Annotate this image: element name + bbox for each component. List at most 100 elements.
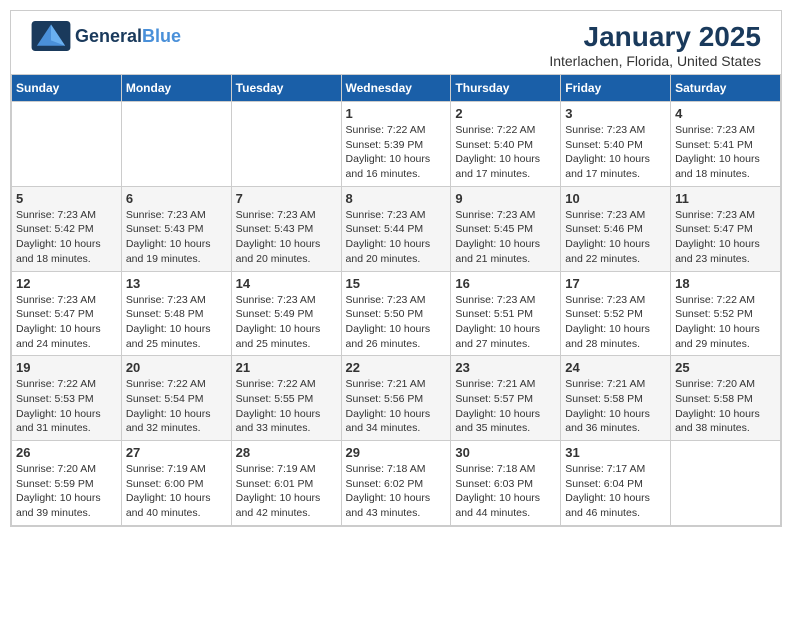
calendar-title: January 2025 (549, 21, 761, 53)
day-number: 1 (346, 106, 447, 121)
day-number: 15 (346, 276, 447, 291)
day-number: 5 (16, 191, 117, 206)
day-number: 7 (236, 191, 337, 206)
day-detail: Sunrise: 7:21 AMSunset: 5:58 PMDaylight:… (565, 377, 666, 436)
day-number: 18 (675, 276, 776, 291)
table-row: 13Sunrise: 7:23 AMSunset: 5:48 PMDayligh… (121, 271, 231, 356)
day-number: 16 (455, 276, 556, 291)
logo-text: GeneralBlue (75, 26, 181, 47)
day-detail: Sunrise: 7:20 AMSunset: 5:58 PMDaylight:… (675, 377, 776, 436)
weekday-header-row: Sunday Monday Tuesday Wednesday Thursday… (12, 75, 781, 102)
header-saturday: Saturday (671, 75, 781, 102)
table-row (231, 102, 341, 187)
table-row: 1Sunrise: 7:22 AMSunset: 5:39 PMDaylight… (341, 102, 451, 187)
table-row: 17 Sunrise: 7:23 AMSunset: 5:52 PMDayligh… (561, 271, 671, 356)
day-number: 12 (16, 276, 117, 291)
day-detail: Sunrise: 7:18 AMSunset: 6:03 PMDaylight:… (455, 462, 556, 521)
calendar-week-row: 12 Sunrise: 7:23 AMSunset: 5:47 PMDayligh… (12, 271, 781, 356)
logo: GeneralBlue (31, 21, 181, 51)
day-detail: Sunrise: 7:22 AMSunset: 5:55 PMDaylight:… (236, 377, 337, 436)
header-tuesday: Tuesday (231, 75, 341, 102)
table-row: 28 Sunrise: 7:19 AMSunset: 6:01 PMDayligh… (231, 441, 341, 526)
day-number: 22 (346, 360, 447, 375)
table-row: 20 Sunrise: 7:22 AMSunset: 5:54 PMDayligh… (121, 356, 231, 441)
table-row: 31Sunrise: 7:17 AMSunset: 6:04 PMDayligh… (561, 441, 671, 526)
day-detail: Sunrise: 7:19 AMSunset: 6:00 PMDaylight:… (126, 462, 227, 521)
day-detail: Sunrise: 7:23 AMSunset: 5:49 PMDaylight:… (236, 293, 337, 352)
day-detail: Sunrise: 7:22 AMSunset: 5:52 PMDaylight:… (675, 293, 776, 352)
logo-icon (31, 21, 71, 51)
day-detail: Sunrise: 7:23 AMSunset: 5:52 PMDaylight:… (565, 293, 666, 352)
table-row: 19 Sunrise: 7:22 AMSunset: 5:53 PMDayligh… (12, 356, 122, 441)
table-row: 30 Sunrise: 7:18 AMSunset: 6:03 PMDayligh… (451, 441, 561, 526)
day-detail: Sunrise: 7:23 AMSunset: 5:47 PMDaylight:… (16, 293, 117, 352)
day-detail: Sunrise: 7:23 AMSunset: 5:50 PMDaylight:… (346, 293, 447, 352)
day-number: 20 (126, 360, 227, 375)
header-thursday: Thursday (451, 75, 561, 102)
table-row: 14 Sunrise: 7:23 AMSunset: 5:49 PMDayligh… (231, 271, 341, 356)
table-row: 18 Sunrise: 7:22 AMSunset: 5:52 PMDayligh… (671, 271, 781, 356)
table-row: 16 Sunrise: 7:23 AMSunset: 5:51 PMDayligh… (451, 271, 561, 356)
day-detail: Sunrise: 7:23 AMSunset: 5:43 PMDaylight:… (126, 208, 227, 267)
table-row (12, 102, 122, 187)
day-number: 2 (455, 106, 556, 121)
table-row: 2 Sunrise: 7:22 AMSunset: 5:40 PMDaylight… (451, 102, 561, 187)
day-detail: Sunrise: 7:18 AMSunset: 6:02 PMDaylight:… (346, 462, 447, 521)
calendar-week-row: 5 Sunrise: 7:23 AMSunset: 5:42 PMDaylight… (12, 186, 781, 271)
day-detail: Sunrise: 7:23 AMSunset: 5:40 PMDaylight:… (565, 123, 666, 182)
day-detail: Sunrise: 7:22 AMSunset: 5:54 PMDaylight:… (126, 377, 227, 436)
table-row: 5 Sunrise: 7:23 AMSunset: 5:42 PMDaylight… (12, 186, 122, 271)
header-wednesday: Wednesday (341, 75, 451, 102)
day-detail: Sunrise: 7:22 AMSunset: 5:40 PMDaylight:… (455, 123, 556, 182)
table-row: 7 Sunrise: 7:23 AMSunset: 5:43 PMDaylight… (231, 186, 341, 271)
calendar-week-row: 19 Sunrise: 7:22 AMSunset: 5:53 PMDayligh… (12, 356, 781, 441)
table-row: 24 Sunrise: 7:21 AMSunset: 5:58 PMDayligh… (561, 356, 671, 441)
header-monday: Monday (121, 75, 231, 102)
day-detail: Sunrise: 7:23 AMSunset: 5:43 PMDaylight:… (236, 208, 337, 267)
header-sunday: Sunday (12, 75, 122, 102)
table-row: 26 Sunrise: 7:20 AMSunset: 5:59 PMDayligh… (12, 441, 122, 526)
day-detail: Sunrise: 7:22 AMSunset: 5:53 PMDaylight:… (16, 377, 117, 436)
day-number: 26 (16, 445, 117, 460)
day-number: 4 (675, 106, 776, 121)
day-detail: Sunrise: 7:23 AMSunset: 5:51 PMDaylight:… (455, 293, 556, 352)
calendar-table: Sunday Monday Tuesday Wednesday Thursday… (11, 74, 781, 526)
day-detail: Sunrise: 7:23 AMSunset: 5:46 PMDaylight:… (565, 208, 666, 267)
day-number: 24 (565, 360, 666, 375)
day-number: 19 (16, 360, 117, 375)
day-number: 29 (346, 445, 447, 460)
table-row: 6Sunrise: 7:23 AMSunset: 5:43 PMDaylight… (121, 186, 231, 271)
title-block: January 2025 Interlachen, Florida, Unite… (549, 21, 761, 69)
day-detail: Sunrise: 7:23 AMSunset: 5:45 PMDaylight:… (455, 208, 556, 267)
day-number: 9 (455, 191, 556, 206)
day-number: 28 (236, 445, 337, 460)
table-row: 12 Sunrise: 7:23 AMSunset: 5:47 PMDayligh… (12, 271, 122, 356)
header-friday: Friday (561, 75, 671, 102)
day-number: 17 (565, 276, 666, 291)
table-row: 9 Sunrise: 7:23 AMSunset: 5:45 PMDaylight… (451, 186, 561, 271)
table-row (671, 441, 781, 526)
day-detail: Sunrise: 7:23 AMSunset: 5:48 PMDaylight:… (126, 293, 227, 352)
day-number: 11 (675, 191, 776, 206)
day-number: 3 (565, 106, 666, 121)
table-row: 11Sunrise: 7:23 AMSunset: 5:47 PMDayligh… (671, 186, 781, 271)
day-detail: Sunrise: 7:23 AMSunset: 5:41 PMDaylight:… (675, 123, 776, 182)
day-number: 21 (236, 360, 337, 375)
day-detail: Sunrise: 7:21 AMSunset: 5:56 PMDaylight:… (346, 377, 447, 436)
table-row: 23Sunrise: 7:21 AMSunset: 5:57 PMDayligh… (451, 356, 561, 441)
day-detail: Sunrise: 7:23 AMSunset: 5:42 PMDaylight:… (16, 208, 117, 267)
table-row: 29 Sunrise: 7:18 AMSunset: 6:02 PMDayligh… (341, 441, 451, 526)
day-number: 8 (346, 191, 447, 206)
table-row: 3 Sunrise: 7:23 AMSunset: 5:40 PMDaylight… (561, 102, 671, 187)
day-number: 30 (455, 445, 556, 460)
day-detail: Sunrise: 7:19 AMSunset: 6:01 PMDaylight:… (236, 462, 337, 521)
day-number: 14 (236, 276, 337, 291)
table-row: 10Sunrise: 7:23 AMSunset: 5:46 PMDayligh… (561, 186, 671, 271)
day-number: 27 (126, 445, 227, 460)
day-number: 31 (565, 445, 666, 460)
day-detail: Sunrise: 7:21 AMSunset: 5:57 PMDaylight:… (455, 377, 556, 436)
table-row: 15 Sunrise: 7:23 AMSunset: 5:50 PMDayligh… (341, 271, 451, 356)
calendar-subtitle: Interlachen, Florida, United States (549, 53, 761, 69)
table-row: 8Sunrise: 7:23 AMSunset: 5:44 PMDaylight… (341, 186, 451, 271)
day-detail: Sunrise: 7:20 AMSunset: 5:59 PMDaylight:… (16, 462, 117, 521)
